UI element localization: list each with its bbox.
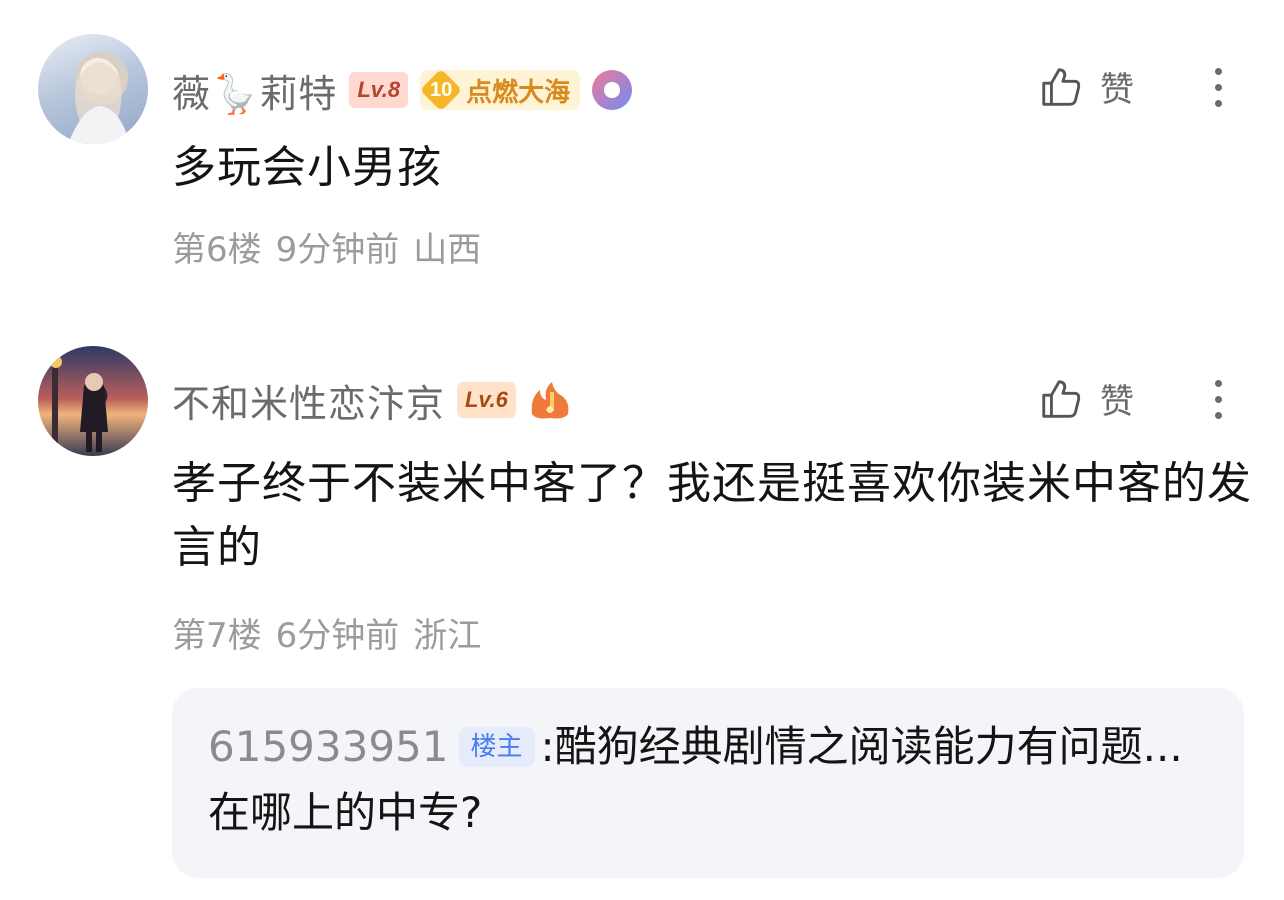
level-badge: Lv.8 bbox=[349, 72, 409, 108]
comment-text: 孝子终于不装米中客了？我还是挺喜欢你装米中客的发言的 bbox=[172, 458, 1252, 573]
avatar-illustration bbox=[68, 58, 130, 144]
level-badge: Lv.6 bbox=[457, 382, 516, 418]
badge-icon[interactable] bbox=[592, 70, 633, 110]
comment-text: 多玩会小男孩 bbox=[172, 142, 442, 193]
like-button[interactable]: 赞 bbox=[1038, 62, 1134, 111]
post-time: 9分钟前 bbox=[275, 230, 400, 270]
more-vertical-icon bbox=[1214, 380, 1222, 387]
avatar-illustration bbox=[50, 356, 108, 452]
reply-username[interactable]: 615933951 bbox=[208, 722, 449, 771]
avatar[interactable] bbox=[38, 346, 148, 456]
thumbs-up-icon bbox=[1042, 67, 1081, 106]
user-info-row: 不和米性恋汴京 Lv.6 bbox=[172, 376, 572, 426]
fan-badge-name: 点燃大海 bbox=[466, 77, 571, 108]
reply-text-block: 615933951 楼主:酷狗经典剧情之阅读能力有问题...在哪上的中专? bbox=[208, 714, 1218, 846]
fan-level-badge: 10 bbox=[420, 70, 462, 110]
host-tag: 楼主 bbox=[458, 727, 535, 767]
post-time: 6分钟前 bbox=[275, 616, 400, 656]
floor-number: 第6楼 bbox=[172, 230, 262, 270]
like-label: 赞 bbox=[1100, 70, 1134, 110]
avatar[interactable] bbox=[38, 34, 148, 144]
more-button[interactable] bbox=[1208, 380, 1228, 419]
like-button[interactable]: 赞 bbox=[1038, 374, 1134, 423]
fan-badge[interactable]: 10 点燃大海 bbox=[420, 70, 581, 110]
more-vertical-icon bbox=[1214, 68, 1222, 75]
username[interactable]: 不和米性恋汴京 bbox=[172, 373, 445, 428]
username[interactable]: 薇🪿莉特 bbox=[172, 63, 337, 118]
thumbs-up-icon bbox=[1042, 379, 1081, 418]
like-label: 赞 bbox=[1100, 382, 1134, 422]
comment-meta: 第7楼 6分钟前 浙江 bbox=[172, 608, 495, 657]
more-button[interactable] bbox=[1208, 68, 1228, 107]
reply-preview[interactable]: 615933951 楼主:酷狗经典剧情之阅读能力有问题...在哪上的中专? bbox=[172, 688, 1244, 878]
user-info-row: 薇🪿莉特 Lv.8 10 点燃大海 bbox=[172, 66, 633, 116]
comment-meta: 第6楼 9分钟前 山西 bbox=[172, 222, 495, 271]
fire-icon[interactable] bbox=[528, 380, 572, 420]
ip-location: 浙江 bbox=[413, 616, 482, 656]
floor-number: 第7楼 bbox=[172, 616, 262, 656]
ip-location: 山西 bbox=[413, 230, 482, 270]
